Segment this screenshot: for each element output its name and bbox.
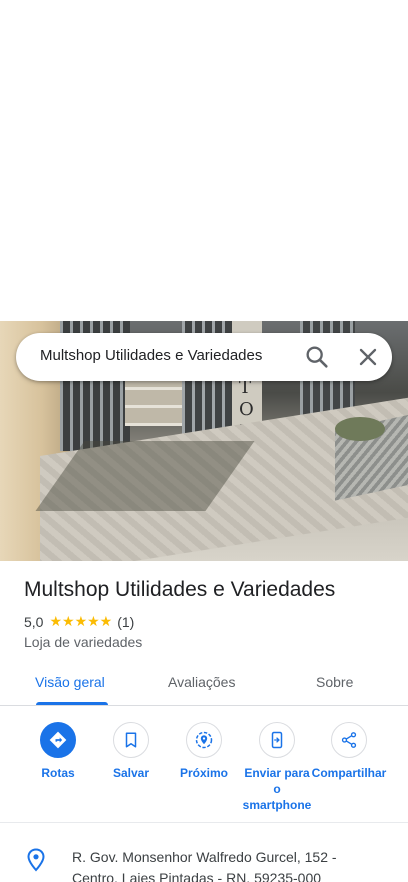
send-to-phone-label: Enviar para o smartphone — [242, 766, 312, 812]
location-pin-icon — [26, 848, 46, 872]
active-tab-indicator — [36, 702, 108, 705]
send-to-phone-button[interactable]: Enviar para o smartphone — [239, 722, 315, 813]
map-blank-area — [0, 0, 408, 321]
star-rating-icon: ★★★★★ — [49, 613, 113, 629]
save-button[interactable]: Salvar — [93, 722, 169, 781]
send-to-phone-icon — [259, 722, 295, 758]
rating-value: 5,0 — [24, 613, 44, 630]
rating-row[interactable]: 5,0 ★★★★★ (1) — [24, 613, 134, 630]
address-text[interactable]: R. Gov. Monsenhor Walfredo Gurcel, 152 -… — [72, 847, 372, 882]
search-icon[interactable] — [303, 343, 331, 371]
directions-button[interactable]: Rotas — [20, 722, 96, 781]
nearby-icon — [186, 722, 222, 758]
save-label: Salvar — [112, 766, 150, 780]
directions-label: Rotas — [41, 766, 75, 780]
share-icon — [331, 722, 367, 758]
search-input[interactable]: Multshop Utilidades e Variedades — [40, 347, 262, 364]
nearby-label: Próximo — [179, 766, 228, 780]
place-category[interactable]: Loja de variedades — [24, 634, 142, 650]
bookmark-icon — [113, 722, 149, 758]
nearby-button[interactable]: Próximo — [166, 722, 242, 781]
tab-bar: Visão geral Avaliações Sobre — [0, 660, 408, 706]
place-title: Multshop Utilidades e Variedades — [24, 578, 336, 601]
share-button[interactable]: Compartilhar — [311, 722, 387, 781]
tab-about[interactable]: Sobre — [316, 674, 353, 690]
tab-reviews[interactable]: Avaliações — [168, 674, 235, 690]
directions-icon — [40, 722, 76, 758]
tab-overview[interactable]: Visão geral — [35, 674, 105, 690]
search-bar[interactable]: Multshop Utilidades e Variedades — [16, 333, 392, 381]
photo-plants — [335, 417, 385, 441]
close-icon[interactable] — [354, 343, 382, 371]
divider — [0, 822, 408, 823]
share-label: Compartilhar — [311, 766, 387, 780]
action-buttons: Rotas Salvar Próximo Enviar para o smart… — [0, 722, 408, 817]
review-count[interactable]: (1) — [117, 614, 134, 630]
